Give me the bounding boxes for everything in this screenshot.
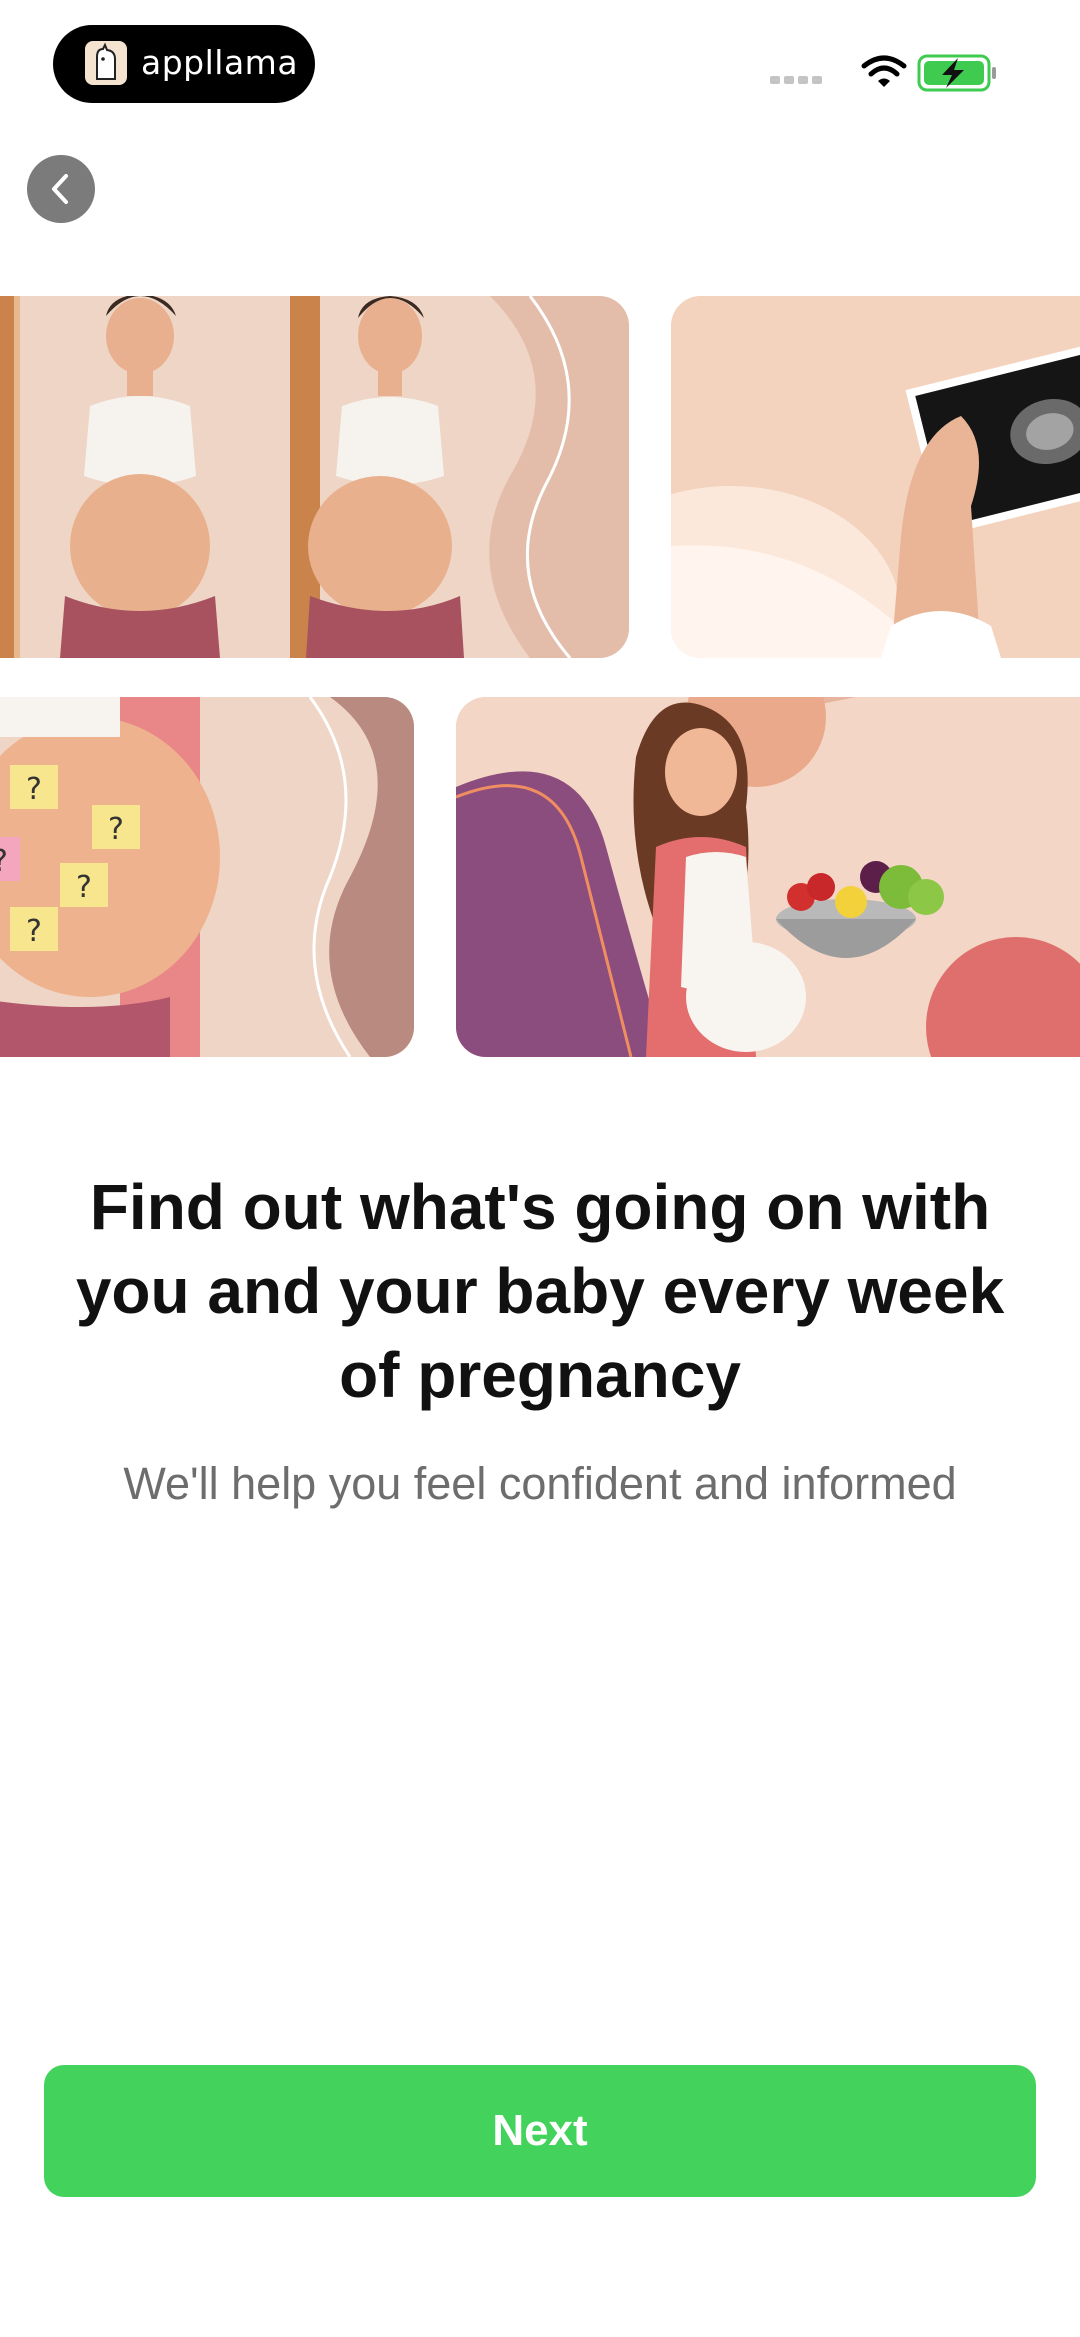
next-button-label: Next — [492, 2106, 588, 2155]
battery-charging-icon — [917, 54, 996, 92]
back-button[interactable] — [27, 155, 95, 223]
svg-text:?: ? — [108, 812, 124, 847]
subtitle: We'll help you feel confident and inform… — [123, 1458, 957, 1509]
svg-text:?: ? — [76, 870, 92, 905]
app-badge: appllama — [53, 25, 315, 103]
signal-dots-icon — [770, 76, 822, 84]
app-badge-text: appllama — [141, 43, 299, 82]
chevron-left-icon — [52, 174, 68, 204]
appllama-logo-icon — [85, 41, 127, 85]
headline-line-3: of pregnancy — [339, 1339, 741, 1411]
headline: Find out what's going on with you and yo… — [40, 1165, 1040, 1417]
gallery-image-ultrasound — [671, 296, 1080, 658]
gallery-image-mirror — [0, 296, 629, 658]
headline-line-1: Find out what's going on with — [89, 1171, 991, 1243]
gallery-image-question-notes: ? ? ? ? ? — [0, 697, 414, 1057]
svg-text:?: ? — [26, 772, 42, 807]
svg-text:?: ? — [0, 844, 8, 879]
wifi-icon — [861, 55, 907, 87]
svg-text:?: ? — [26, 914, 42, 949]
next-button[interactable]: Next — [44, 2065, 1036, 2197]
gallery-image-fruit-bowl — [456, 697, 1080, 1057]
headline-line-2: you and your baby every week — [75, 1255, 1005, 1327]
status-indicators — [770, 50, 1010, 94]
